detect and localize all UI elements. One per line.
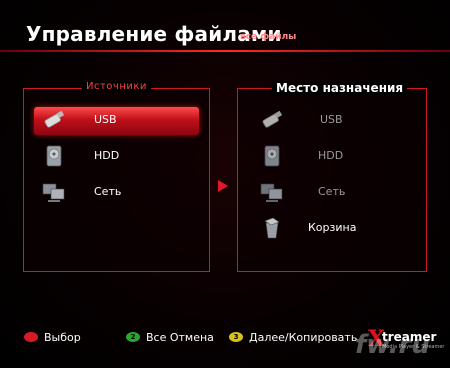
- hard-drive-icon: [42, 145, 66, 167]
- legend-label: Выбор: [44, 331, 81, 344]
- destination-item-label: USB: [320, 113, 343, 126]
- usb-drive-icon: [260, 109, 284, 131]
- destination-panel-heading: Место назначения: [272, 81, 408, 95]
- title-divider: [0, 50, 450, 52]
- destination-item-label: Сеть: [318, 185, 346, 198]
- destination-item-network[interactable]: Сеть: [252, 179, 417, 207]
- legend-select-all-cancel: 2 Все Отмена: [126, 331, 226, 345]
- hard-drive-icon: [260, 145, 284, 167]
- legend-number: 2: [130, 333, 136, 341]
- source-item-network[interactable]: Сеть: [34, 179, 199, 207]
- destination-item-label: Корзина: [308, 221, 357, 234]
- red-button-icon: [24, 332, 38, 342]
- legend-select: Выбор: [24, 331, 94, 345]
- destination-panel: Место назначения USB HDD Сеть Корзина: [237, 81, 427, 272]
- source-item-hdd[interactable]: HDD: [34, 143, 199, 171]
- file-manager-screen: Управление файлами все файлы Источники U…: [0, 0, 450, 368]
- legend-next-copy: 3 Далее/Копировать: [229, 331, 369, 345]
- source-item-label: USB: [94, 113, 117, 126]
- destination-item-trash[interactable]: Корзина: [252, 215, 417, 243]
- source-panel-heading: Источники: [82, 81, 151, 92]
- transfer-arrow-icon: [218, 180, 228, 192]
- watermark: fw.ru: [355, 330, 430, 360]
- source-item-usb[interactable]: USB: [34, 107, 199, 135]
- destination-item-label: HDD: [318, 149, 344, 162]
- source-panel: Источники USB HDD Сеть: [23, 81, 210, 272]
- legend-label: Все Отмена: [146, 331, 214, 344]
- legend-number: 3: [233, 333, 239, 341]
- network-icon: [260, 181, 284, 203]
- legend-label: Далее/Копировать: [249, 331, 358, 344]
- trash-icon: [260, 217, 284, 239]
- destination-item-hdd[interactable]: HDD: [252, 143, 417, 171]
- page-subtitle: все файлы: [240, 32, 297, 42]
- source-item-label: HDD: [94, 149, 120, 162]
- destination-item-usb[interactable]: USB: [252, 107, 417, 135]
- usb-drive-icon: [42, 109, 66, 131]
- network-icon: [42, 181, 66, 203]
- source-item-label: Сеть: [94, 185, 122, 198]
